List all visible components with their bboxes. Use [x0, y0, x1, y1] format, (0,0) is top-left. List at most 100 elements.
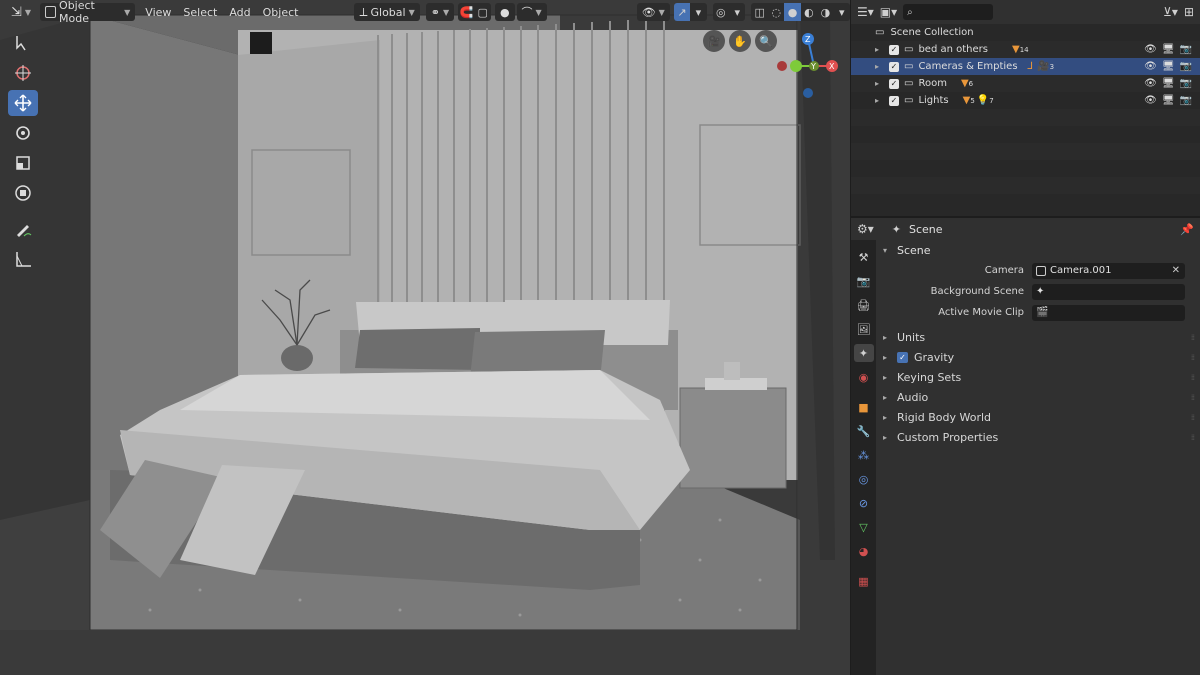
monitor-icon[interactable]: 🖥 [1162, 61, 1175, 72]
menu-add[interactable]: Add [223, 6, 256, 19]
expand-arrow-icon[interactable]: ▸ [875, 45, 883, 54]
transform-tool[interactable] [8, 180, 38, 206]
proportional-edit-button[interactable]: ● [494, 3, 515, 21]
keying-sets-panel[interactable]: ▸ Keying Sets ⁞⁞ [877, 367, 1200, 387]
tab-material[interactable]: ◕ [854, 542, 874, 560]
gravity-checkbox[interactable]: ✓ [897, 351, 908, 363]
editor-type-icon[interactable]: ⚙▾ [857, 222, 874, 236]
drag-grip-icon[interactable]: ⁞⁞ [1191, 413, 1195, 422]
rotate-tool[interactable] [8, 120, 38, 146]
tab-particles[interactable]: ⁂ [854, 446, 874, 464]
exclude-checkbox[interactable]: ✓ [889, 61, 899, 72]
menu-object[interactable]: Object [257, 6, 305, 19]
expand-arrow-icon[interactable]: ▸ [875, 96, 883, 105]
select-box-tool[interactable] [8, 30, 38, 56]
xray-icon[interactable]: ◫ [751, 3, 767, 21]
shading-menu-icon[interactable]: ▾ [834, 3, 850, 21]
eye-icon[interactable]: 👁 [1144, 95, 1157, 106]
tab-output[interactable]: 🖨 [854, 296, 874, 314]
drag-grip-icon[interactable]: ⁞⁞ [1191, 433, 1195, 442]
tab-physics[interactable]: ◎ [854, 470, 874, 488]
tab-world[interactable]: ◉ [854, 368, 874, 386]
neg-x-axis-handle[interactable] [777, 61, 787, 71]
camera-icon[interactable]: 📷 [1180, 44, 1192, 55]
snap-toggle-icon[interactable]: 🧲 [458, 3, 474, 21]
3d-viewport[interactable]: ⇲ ▼ Object Mode ▼ View Select Add Object … [0, 0, 850, 675]
custom-properties-panel[interactable]: ▸ Custom Properties ⁞⁞ [877, 427, 1200, 447]
material-shading-icon[interactable]: ◐ [801, 3, 817, 21]
tab-texture[interactable]: ▦ [854, 572, 874, 590]
rigid-body-world-panel[interactable]: ▸ Rigid Body World ⁞⁞ [877, 407, 1200, 427]
monitor-icon[interactable]: 🖥 [1162, 78, 1175, 89]
monitor-icon[interactable]: 🖥 [1162, 44, 1175, 55]
drag-grip-icon[interactable]: ⁞⁞ [1191, 333, 1195, 342]
scene-panel-header[interactable]: ▾ Scene [877, 240, 1200, 260]
solid-shading-icon[interactable]: ● [784, 3, 801, 21]
outliner-row[interactable]: ▸ ✓ ▭ Lights ▼ 5 💡 7 👁 🖥 📷 [851, 92, 1200, 109]
annotate-tool[interactable] [8, 216, 38, 242]
filter-icon[interactable]: ⊻▾ [1163, 5, 1178, 19]
drag-grip-icon[interactable]: ⁞⁞ [1191, 353, 1195, 362]
background-scene-field[interactable]: ✦ [1032, 283, 1185, 300]
expand-arrow-icon[interactable]: ▸ [875, 79, 883, 88]
tab-data[interactable]: ▽ [854, 518, 874, 536]
clear-x-icon[interactable]: ✕ [1172, 265, 1180, 276]
neg-z-axis-handle[interactable] [803, 88, 813, 98]
editor-type-button[interactable]: ⇲ ▼ [6, 3, 36, 21]
outliner-search-input[interactable]: ⌕ [903, 4, 994, 20]
scale-tool[interactable] [8, 150, 38, 176]
mode-selector[interactable]: Object Mode ▼ [40, 0, 136, 25]
outliner-row[interactable]: ▸ ✓ ▭ bed an others ▼ 14 👁 🖥 📷 [851, 41, 1200, 58]
axis-gizmo[interactable]: Z X Y [776, 30, 840, 100]
tab-tool[interactable]: ⚒ [854, 248, 874, 266]
measure-tool[interactable] [8, 246, 38, 272]
overlay-menu-icon[interactable]: ▾ [729, 3, 745, 21]
pan-button[interactable]: ✋ [729, 30, 751, 52]
audio-panel[interactable]: ▸ Audio ⁞⁞ [877, 387, 1200, 407]
display-mode-icon[interactable]: ▣▾ [880, 5, 897, 19]
camera-view-button[interactable]: 🎥 [703, 30, 725, 52]
outliner-row[interactable]: ▸ ✓ ▭ Room ▼ 6 👁 🖥 📷 [851, 75, 1200, 92]
new-collection-icon[interactable]: ⊞ [1184, 5, 1194, 19]
pin-icon[interactable]: 📌 [1180, 223, 1194, 236]
wireframe-shading-icon[interactable]: ◌ [768, 3, 784, 21]
tab-constraints[interactable]: ⊘ [854, 494, 874, 512]
orientation-selector[interactable]: ⟂ Global ▼ [354, 3, 420, 21]
move-tool[interactable] [8, 90, 38, 116]
editor-type-icon[interactable]: ☰▾ [857, 5, 874, 19]
menu-view[interactable]: View [139, 6, 177, 19]
scene-collection-row[interactable]: ▭ Scene Collection [851, 24, 1200, 41]
tab-object[interactable]: ■ [854, 398, 874, 416]
gizmo-icon[interactable]: ↗ [673, 3, 691, 21]
camera-field[interactable]: Camera.001 ✕ [1032, 262, 1185, 279]
expand-arrow-icon[interactable]: ▸ [875, 62, 883, 71]
exclude-checkbox[interactable]: ✓ [889, 95, 899, 106]
tab-view-layer[interactable]: 🖼 [854, 320, 874, 338]
overlay-icon[interactable]: ◎ [713, 3, 729, 21]
active-movie-clip-field[interactable]: 🎬 [1032, 304, 1185, 321]
tab-modifiers[interactable]: 🔧 [854, 422, 874, 440]
cursor-tool[interactable] [8, 60, 38, 86]
falloff-button[interactable]: ⌒ ▼ [516, 3, 547, 21]
gizmo-menu-icon[interactable]: ▾ [690, 3, 706, 21]
eye-icon[interactable]: 👁 [1144, 78, 1157, 89]
eye-icon[interactable]: 👁 [1144, 61, 1157, 72]
y-axis-handle[interactable] [790, 60, 802, 72]
zoom-button[interactable]: 🔍 [755, 30, 777, 52]
drag-grip-icon[interactable]: ⁞⁞ [1191, 373, 1195, 382]
rendered-shading-icon[interactable]: ◑ [817, 3, 833, 21]
pivot-button[interactable]: ⚭ ▼ [425, 3, 455, 21]
camera-icon[interactable]: 📷 [1180, 61, 1192, 72]
eye-icon[interactable]: 👁 [1144, 44, 1157, 55]
gravity-panel[interactable]: ▸ ✓ Gravity ⁞⁞ [877, 347, 1200, 367]
outliner-row[interactable]: ▸ ✓ ▭ Cameras & Empties ⅃ 🎥 3 👁 🖥 📷 [851, 58, 1200, 75]
menu-select[interactable]: Select [177, 6, 223, 19]
tab-scene[interactable]: ✦ [853, 344, 874, 362]
camera-icon[interactable]: 📷 [1180, 78, 1192, 89]
drag-grip-icon[interactable]: ⁞⁞ [1191, 393, 1195, 402]
exclude-checkbox[interactable]: ✓ [889, 44, 899, 55]
visibility-button[interactable]: 👁 ▼ [636, 3, 670, 21]
monitor-icon[interactable]: 🖥 [1162, 95, 1175, 106]
units-panel[interactable]: ▸ Units ⁞⁞ [877, 327, 1200, 347]
snap-target-icon[interactable]: ▢ [475, 3, 491, 21]
